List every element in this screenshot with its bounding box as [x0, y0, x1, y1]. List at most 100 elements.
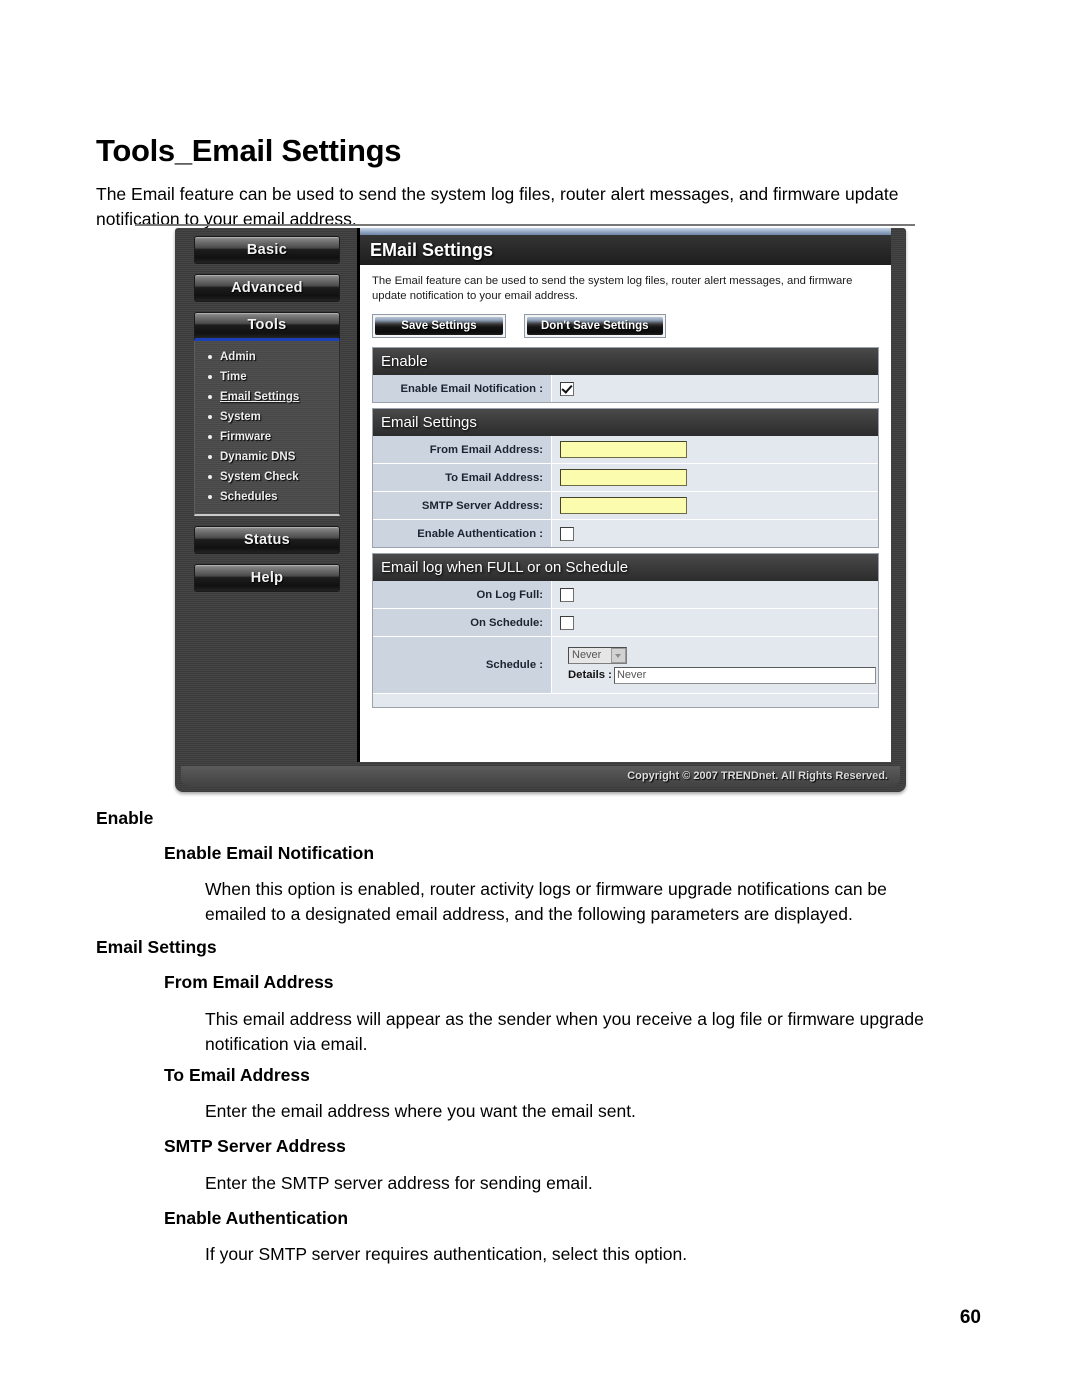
- sidebar-subitem-label: Admin: [220, 351, 256, 363]
- sidebar-subitem-label: Firmware: [220, 431, 272, 443]
- row-enable-email-notification: Enable Email Notification :: [373, 375, 878, 402]
- router-content-panel: EMail Settings The Email feature can be …: [357, 228, 891, 762]
- email-settings-section: Email Settings From Email Address: To Em…: [372, 408, 879, 548]
- from-email-address-input[interactable]: [560, 441, 687, 458]
- row-schedule: Schedule : Never Details : Never: [373, 637, 878, 694]
- label-from-email-address: From Email Address:: [373, 436, 552, 463]
- heading-enable: Enable: [96, 808, 154, 828]
- paragraph-to-email-address: Enter the email address where you want t…: [205, 1101, 636, 1121]
- page-number: 60: [959, 1307, 981, 1328]
- dont-save-settings-button[interactable]: Don't Save Settings: [524, 314, 666, 338]
- paragraph-smtp-server-address: Enter the SMTP server address for sendin…: [205, 1173, 593, 1193]
- value-on-log-full: [552, 584, 878, 606]
- sidebar-item-help[interactable]: Help: [194, 564, 340, 592]
- value-schedule: Never Details : Never: [552, 637, 878, 693]
- value-enable-email-notification: [552, 378, 878, 400]
- sidebar-submenu-tools: Admin Time Email Settings System Firmwar…: [194, 341, 340, 516]
- label-on-log-full: On Log Full:: [373, 581, 552, 608]
- panel-accent-bar: [360, 228, 891, 235]
- row-on-schedule: On Schedule:: [373, 609, 878, 637]
- sidebar-subitem-email-settings[interactable]: Email Settings: [195, 387, 339, 407]
- subheading-from-email-address: From Email Address: [164, 972, 334, 992]
- schedule-select-value: Never: [572, 649, 602, 661]
- sidebar-subitem-dynamic-dns[interactable]: Dynamic DNS: [195, 447, 339, 467]
- sidebar-label-advanced: Advanced: [231, 280, 303, 296]
- sidebar-subitem-time[interactable]: Time: [195, 367, 339, 387]
- sidebar-item-tools[interactable]: Tools: [194, 312, 340, 341]
- router-ui-screenshot: Basic Advanced Tools Admin Time Email Se…: [135, 224, 915, 792]
- panel-title: EMail Settings: [360, 235, 891, 265]
- schedule-controls: Never Details : Never: [560, 641, 878, 689]
- sidebar-label-tools: Tools: [247, 317, 287, 333]
- email-log-schedule-header: Email log when FULL or on Schedule: [373, 554, 878, 581]
- value-smtp-server-address: [552, 493, 878, 518]
- sidebar-subitem-label: Time: [220, 371, 247, 383]
- enable-section: Enable Enable Email Notification :: [372, 347, 879, 403]
- enable-authentication-checkbox[interactable]: [560, 526, 574, 541]
- sidebar-label-basic: Basic: [246, 242, 288, 258]
- sidebar-label-status: Status: [243, 532, 291, 548]
- screenshot-top-rule: [135, 224, 915, 226]
- label-to-email-address: To Email Address:: [373, 464, 552, 491]
- sidebar-subitem-schedules[interactable]: Schedules: [195, 487, 339, 507]
- schedule-details-input[interactable]: Never: [613, 666, 876, 684]
- page-title: Tools_Email Settings: [96, 133, 402, 168]
- on-schedule-checkbox[interactable]: [560, 615, 574, 630]
- label-enable-email-notification: Enable Email Notification :: [373, 375, 552, 402]
- to-email-address-input[interactable]: [560, 469, 687, 486]
- chevron-down-icon[interactable]: [611, 647, 627, 663]
- subheading-smtp-server-address: SMTP Server Address: [164, 1136, 346, 1156]
- sidebar-subitem-firmware[interactable]: Firmware: [195, 427, 339, 447]
- panel-button-row: Save Settings Don't Save Settings: [372, 314, 879, 338]
- section-filler: [373, 693, 878, 707]
- heading-email-settings: Email Settings: [96, 937, 217, 957]
- sidebar-item-basic[interactable]: Basic: [194, 236, 340, 264]
- value-to-email-address: [552, 465, 878, 490]
- sidebar-subitem-label: System: [220, 411, 261, 423]
- paragraph-enable-authentication: If your SMTP server requires authenticat…: [205, 1244, 688, 1264]
- label-schedule: Schedule :: [373, 637, 552, 693]
- panel-body: The Email feature can be used to send th…: [360, 265, 891, 708]
- sidebar-subitem-label: Schedules: [220, 491, 278, 503]
- sidebar-item-advanced[interactable]: Advanced: [194, 274, 340, 302]
- enable-email-notification-checkbox[interactable]: [560, 381, 574, 396]
- row-smtp-server-address: SMTP Server Address:: [373, 492, 878, 520]
- row-from-email-address: From Email Address:: [373, 436, 878, 464]
- subheading-enable-email-notification: Enable Email Notification: [164, 843, 375, 863]
- save-settings-label: Save Settings: [375, 317, 503, 335]
- sidebar-item-status[interactable]: Status: [194, 526, 340, 554]
- value-on-schedule: [552, 612, 878, 634]
- sidebar-subitem-system[interactable]: System: [195, 407, 339, 427]
- dont-save-settings-label: Don't Save Settings: [527, 317, 663, 335]
- value-from-email-address: [552, 437, 878, 462]
- label-smtp-server-address: SMTP Server Address:: [373, 492, 552, 519]
- row-enable-authentication: Enable Authentication :: [373, 520, 878, 547]
- row-to-email-address: To Email Address:: [373, 464, 878, 492]
- paragraph-from-email-address: This email address will appear as the se…: [205, 1009, 924, 1054]
- sidebar-subitem-label: Dynamic DNS: [220, 451, 296, 463]
- subheading-to-email-address: To Email Address: [164, 1065, 310, 1085]
- router-sidebar: Basic Advanced Tools Admin Time Email Se…: [194, 236, 340, 602]
- sidebar-subitem-label: System Check: [220, 471, 299, 483]
- sidebar-subitem-label: Email Settings: [220, 391, 300, 403]
- paragraph-enable-email-notification: When this option is enabled, router acti…: [205, 879, 887, 924]
- on-log-full-checkbox[interactable]: [560, 587, 574, 602]
- schedule-details-line: Details : Never: [568, 666, 878, 684]
- smtp-server-address-input[interactable]: [560, 497, 687, 514]
- sidebar-label-help: Help: [250, 570, 284, 586]
- value-enable-authentication: [552, 523, 878, 545]
- router-copyright-footer: Copyright © 2007 TRENDnet. All Rights Re…: [181, 766, 900, 786]
- email-settings-section-header: Email Settings: [373, 409, 878, 436]
- label-schedule-details: Details :: [568, 669, 612, 681]
- email-log-schedule-section: Email log when FULL or on Schedule On Lo…: [372, 553, 879, 708]
- row-on-log-full: On Log Full:: [373, 581, 878, 609]
- panel-description: The Email feature can be used to send th…: [372, 275, 853, 302]
- label-enable-authentication: Enable Authentication :: [373, 520, 552, 547]
- save-settings-button[interactable]: Save Settings: [372, 314, 506, 338]
- enable-section-header: Enable: [373, 348, 878, 375]
- subheading-enable-authentication: Enable Authentication: [164, 1208, 349, 1228]
- sidebar-subitem-system-check[interactable]: System Check: [195, 467, 339, 487]
- sidebar-subitem-admin[interactable]: Admin: [195, 347, 339, 367]
- label-on-schedule: On Schedule:: [373, 609, 552, 636]
- schedule-select[interactable]: Never: [568, 646, 628, 664]
